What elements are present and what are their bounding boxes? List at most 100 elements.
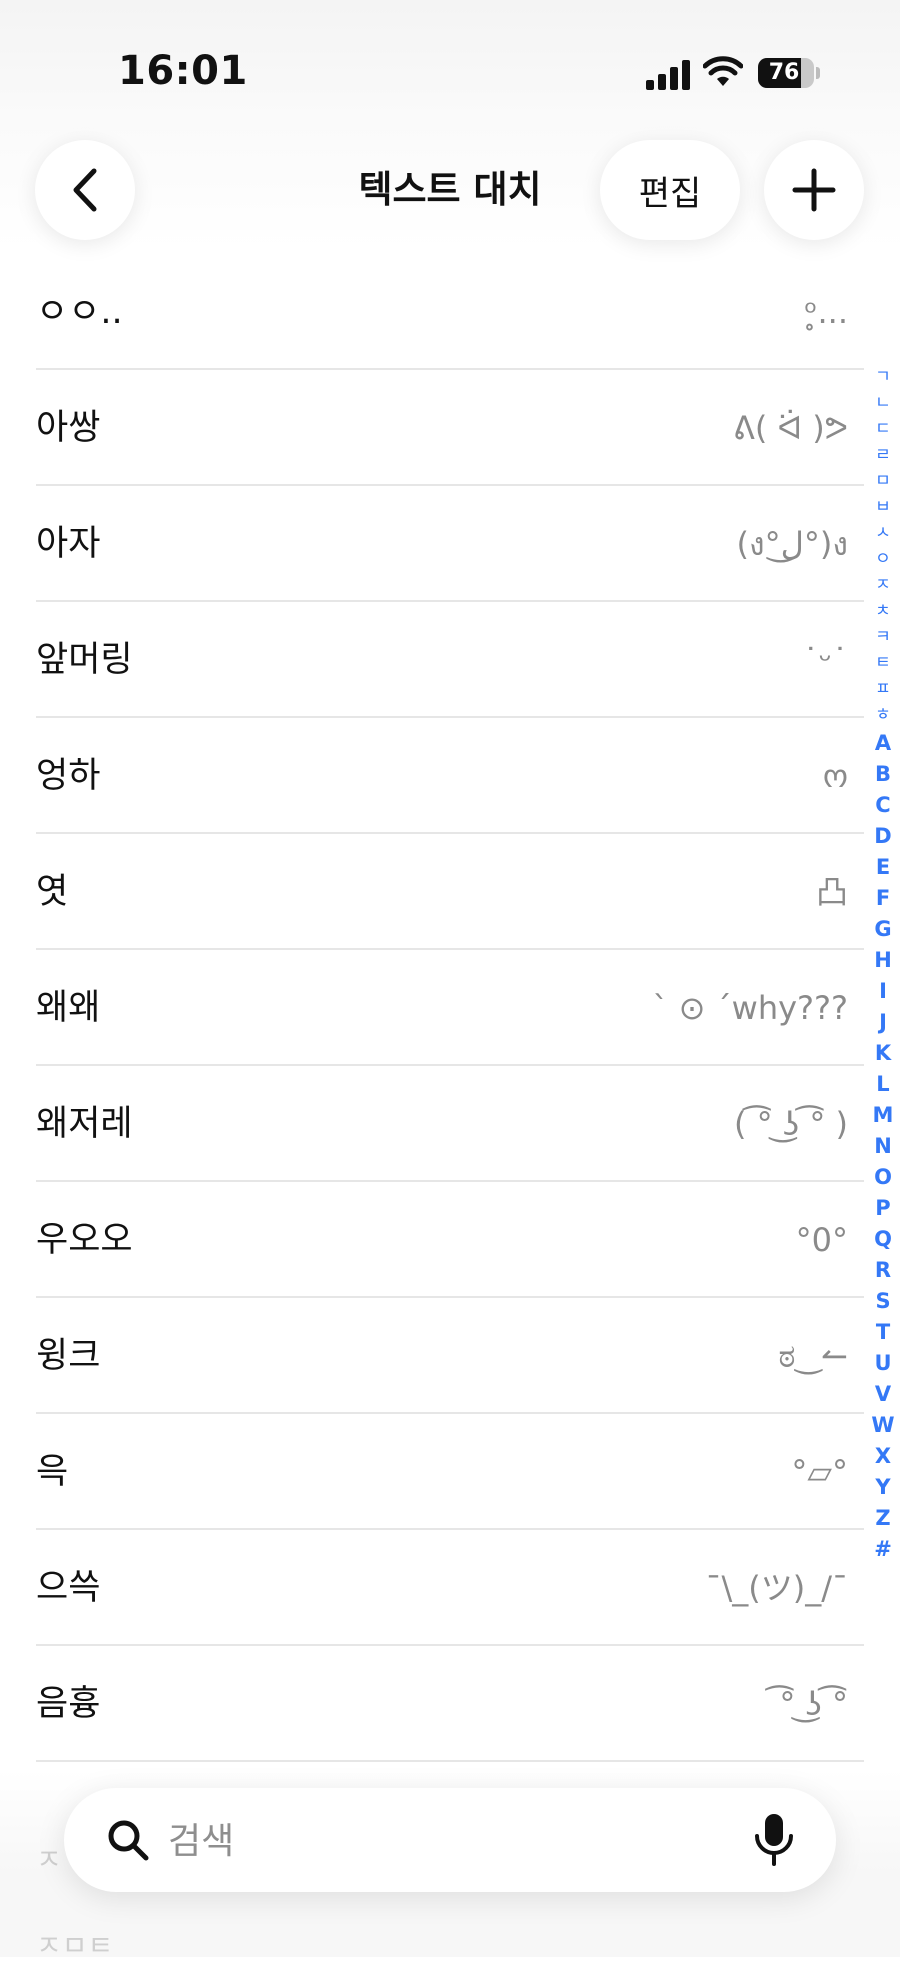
index-letter[interactable]: X	[875, 1441, 891, 1472]
index-letter[interactable]: F	[876, 883, 890, 914]
phrase-label: 왜저레	[36, 1104, 133, 1144]
search-input[interactable]	[166, 1810, 690, 1872]
shortcut-label: °▱°	[791, 1453, 848, 1491]
list-item[interactable]: 왜왜 ˋ ⊙ ˊwhy???	[0, 950, 900, 1066]
list-item[interactable]: 우오오 °0°	[0, 1182, 900, 1298]
index-letter[interactable]: R	[875, 1255, 891, 1286]
index-letter[interactable]: ㅂ	[875, 494, 891, 520]
search-bar[interactable]	[64, 1788, 836, 1892]
battery-level: 76	[768, 60, 800, 85]
list-item[interactable]: 으쓱 ¯\_(ツ)_/¯	[0, 1530, 900, 1646]
status-bar: 16:01 76	[0, 0, 900, 130]
phrase-label: 으쓱	[36, 1568, 101, 1608]
list-item[interactable]: 왜저레 ( ͡° ͜ʖ ͡° )	[0, 1066, 900, 1182]
index-letter[interactable]: Q	[874, 1224, 892, 1255]
shortcut-label: 凸	[815, 873, 848, 911]
add-button[interactable]	[764, 140, 864, 240]
index-letter[interactable]: ㅍ	[875, 676, 891, 702]
status-time: 16:01	[118, 48, 248, 94]
phrase-label: 앞머링	[36, 640, 133, 680]
index-letter[interactable]: ㄹ	[875, 442, 891, 468]
index-letter[interactable]: G	[874, 914, 891, 945]
index-letter[interactable]: E	[876, 852, 890, 883]
index-letter[interactable]: ㅈ	[875, 572, 891, 598]
index-letter[interactable]: D	[874, 821, 891, 852]
list-item[interactable]: 음흉͡° ͜ʖ ͡°	[0, 1646, 900, 1762]
battery-icon: 76	[758, 58, 814, 88]
wifi-icon	[703, 56, 743, 86]
phrase-label: 아쌍	[36, 408, 101, 448]
index-letter[interactable]: Y	[875, 1472, 890, 1503]
list-item[interactable]: ㅇㅇ.. ᵒ̥...	[0, 254, 900, 370]
index-letter[interactable]: K	[875, 1038, 891, 1069]
back-button[interactable]	[35, 140, 135, 240]
index-letter[interactable]: ㄱ	[875, 364, 891, 390]
faded-row-label: ㅈㅁㅌ	[36, 1929, 114, 1962]
section-index[interactable]: ㄱㄴㄷㄹㅁㅂㅅㅇㅈㅊㅋㅌㅍㅎABCDEFGHIJKLMNOPQRSTUVWXYZ…	[866, 364, 900, 1565]
shortcut-label: ͡° ͜ʖ ͡°	[779, 1685, 848, 1723]
index-letter[interactable]: A	[875, 728, 891, 759]
index-letter[interactable]: ㅎ	[875, 702, 891, 728]
chevron-left-icon	[73, 168, 97, 212]
replacement-list: ㅇㅇ.. ᵒ̥... 아쌍 ᕕ( ᐛ )ᕗ 아자 (ง°ل͜°)ง 앞머링 ˙ᵕ˙ 엉하 ო 엿 凸 왜…	[0, 254, 900, 1762]
search-icon	[108, 1820, 149, 1861]
shortcut-label: ˋ ⊙ ˊwhy???	[652, 989, 849, 1027]
index-letter[interactable]: ㄷ	[875, 416, 891, 442]
index-letter[interactable]: ㅌ	[875, 650, 891, 676]
index-letter[interactable]: T	[876, 1317, 890, 1348]
index-letter[interactable]: N	[874, 1131, 892, 1162]
index-letter[interactable]: ㄴ	[875, 390, 891, 416]
phrase-label: 음흉	[36, 1684, 101, 1724]
index-letter[interactable]: ㅋ	[875, 624, 891, 650]
phrase-label: 윙크	[36, 1336, 101, 1376]
index-letter[interactable]: I	[879, 976, 887, 1007]
index-letter[interactable]: U	[874, 1348, 891, 1379]
list-item[interactable]: 엉하 ო	[0, 718, 900, 834]
shortcut-label: ო	[822, 757, 848, 795]
index-letter[interactable]: M	[873, 1100, 894, 1131]
shortcut-label: °0°	[795, 1221, 848, 1259]
plus-icon	[792, 168, 836, 212]
shortcut-label: ˙ᵕ˙	[802, 641, 848, 679]
index-letter[interactable]: W	[871, 1410, 894, 1441]
list-item[interactable]: 윽 °▱°	[0, 1414, 900, 1530]
shortcut-label: ᕕ( ᐛ )ᕗ	[732, 409, 848, 447]
index-letter[interactable]: J	[879, 1007, 887, 1038]
shortcut-label: ಠ‿↼	[778, 1337, 848, 1375]
list-item[interactable]: 앞머링 ˙ᵕ˙	[0, 602, 900, 718]
list-item[interactable]: 아쌍 ᕕ( ᐛ )ᕗ	[0, 370, 900, 486]
index-letter[interactable]: O	[874, 1162, 892, 1193]
faded-row-label: ㅈ	[36, 1843, 62, 1876]
index-letter[interactable]: Z	[875, 1503, 890, 1534]
shortcut-label: (ง°ل͜°)ง	[736, 525, 848, 563]
shortcut-label: ¯\_(ツ)_/¯	[705, 1569, 848, 1607]
index-letter[interactable]: S	[875, 1286, 890, 1317]
index-letter[interactable]: V	[875, 1379, 891, 1410]
index-letter[interactable]: C	[875, 790, 890, 821]
index-letter[interactable]: ㅁ	[875, 468, 891, 494]
phrase-label: 아자	[36, 524, 101, 564]
phrase-label: 윽	[36, 1452, 69, 1492]
phrase-label: 우오오	[36, 1220, 133, 1260]
phrase-label: 엿	[36, 872, 69, 912]
edit-button[interactable]: 편집	[600, 140, 740, 240]
page-title: 텍스트 대치	[358, 168, 542, 211]
list-item[interactable]: 윙크 ಠ‿↼	[0, 1298, 900, 1414]
index-letter[interactable]: #	[874, 1534, 892, 1565]
microphone-icon[interactable]	[752, 1812, 796, 1868]
index-letter[interactable]: B	[875, 759, 891, 790]
list-item[interactable]: 엿凸	[0, 834, 900, 950]
phrase-label: 왜왜	[36, 988, 101, 1028]
cellular-signal-icon	[646, 58, 690, 90]
list-item[interactable]: 아자 (ง°ل͜°)ง	[0, 486, 900, 602]
index-letter[interactable]: H	[874, 945, 892, 976]
index-letter[interactable]: ㅊ	[875, 598, 891, 624]
index-letter[interactable]: ㅅ	[875, 520, 891, 546]
shortcut-label: ( ͡° ͜ʖ ͡° )	[734, 1105, 848, 1143]
phrase-label: 엉하	[36, 756, 101, 796]
index-letter[interactable]: P	[875, 1193, 890, 1224]
index-letter[interactable]: ㅇ	[875, 546, 891, 572]
index-letter[interactable]: L	[876, 1069, 889, 1100]
battery-cap	[816, 67, 820, 79]
phrase-label: ㅇㅇ..	[36, 292, 123, 332]
